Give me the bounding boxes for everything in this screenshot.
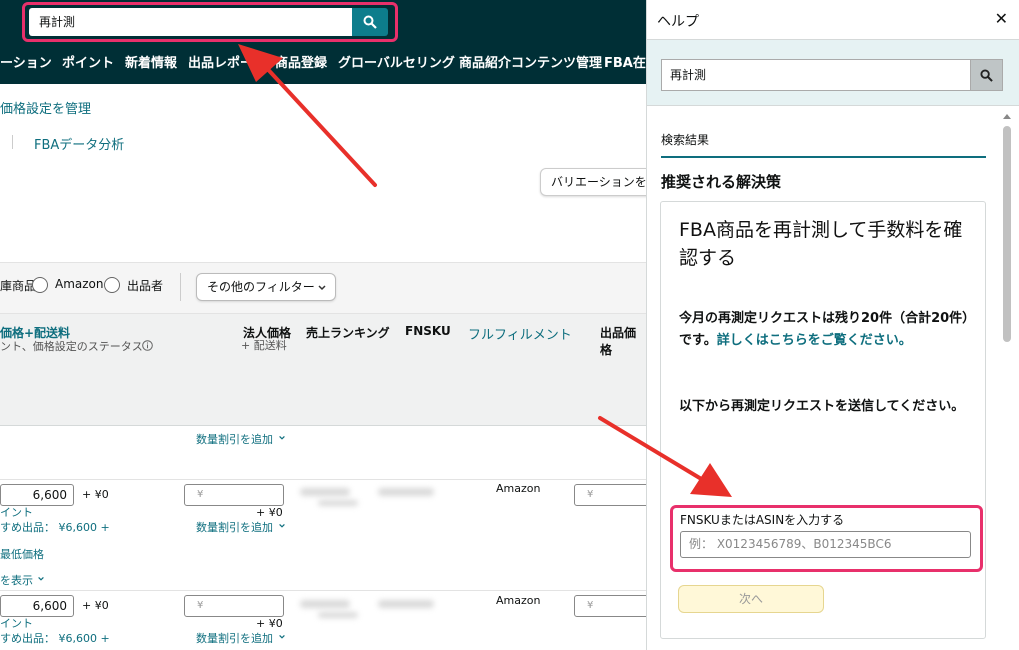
redacted-sales-rank	[300, 488, 350, 496]
next-button[interactable]: 次へ	[678, 585, 824, 613]
search-input[interactable]: 再計測	[29, 8, 352, 36]
table-header: 価格+配送料 ント、価格設定のステータス 法人価格 + 配送料 売上ランキング …	[0, 314, 646, 426]
search-icon	[363, 15, 377, 29]
nav-item-points[interactable]: ポイント	[62, 44, 114, 84]
search-icon	[980, 68, 993, 82]
solution-card: FBA商品を再計測して手数料を確認する 今月の再測定リクエストは残り20件（合計…	[660, 201, 986, 639]
help-panel: ヘルプ ✕ 再計測 検索結果 推奨される解決策 FBA商品を再計測して手数料を確…	[646, 0, 1019, 650]
nav-item-fba-inventory[interactable]: FBA在庫	[604, 44, 646, 84]
col-plus-shipping: + 配送料	[241, 339, 287, 352]
chevron-down-icon	[279, 435, 285, 440]
points-link[interactable]: イント	[0, 504, 33, 520]
add-quantity-discount-link[interactable]: 数量割引を追加	[196, 630, 273, 646]
more-filters-dropdown[interactable]: その他のフィルター	[196, 273, 336, 301]
min-price-link[interactable]: 最低価格	[0, 546, 44, 562]
business-shipping: + ¥0	[256, 506, 283, 519]
redacted-fnsku	[378, 488, 434, 496]
add-quantity-discount-link[interactable]: 数量割引を追加	[196, 519, 273, 535]
search-button[interactable]	[352, 8, 388, 36]
business-shipping: + ¥0	[256, 617, 283, 630]
help-header: ヘルプ ✕	[647, 0, 1019, 40]
col-price-status: ント、価格設定のステータス	[0, 340, 143, 353]
help-search-area: 再計測	[647, 40, 1019, 106]
redacted-sales-rank	[300, 600, 350, 608]
recommended-solutions-heading: 推奨される解決策	[661, 173, 782, 191]
results-label: 検索結果	[661, 133, 710, 147]
col-fulfillment[interactable]: フルフィルメント	[468, 324, 572, 343]
row-separator	[0, 590, 646, 591]
more-filters-label: その他のフィルター	[207, 280, 315, 294]
price-input[interactable]: 6,600	[0, 595, 74, 617]
filter-amazon-label: Amazon	[55, 277, 104, 291]
send-request-text: 以下から再測定リクエストを送信してください。	[679, 399, 965, 414]
info-icon[interactable]	[142, 340, 153, 351]
business-price-input[interactable]: ¥	[184, 484, 284, 506]
search-highlight: 再計測	[22, 2, 398, 42]
business-price-input[interactable]: ¥	[184, 595, 284, 617]
chevron-down-icon	[279, 523, 285, 528]
filter-seller-label: 出品者	[127, 279, 164, 293]
points-link[interactable]: イント	[0, 615, 33, 631]
listing-price-input[interactable]: ¥	[574, 595, 654, 617]
shipping-fee: + ¥0	[82, 599, 109, 612]
nav-item-reports[interactable]: 出品レポー	[188, 44, 253, 84]
nav-item-news[interactable]: 新着情報	[125, 44, 177, 84]
radio-amazon[interactable]	[32, 277, 48, 293]
price-settings-link[interactable]: 価格設定を管理	[0, 98, 91, 117]
chevron-down-icon	[279, 634, 285, 639]
main-nav: ーション ポイント 新着情報 出品レポー 商品登録 グローバルセリング 商品紹介…	[0, 44, 646, 84]
fnsku-input-highlight: FNSKUまたはASINを入力する 例： X0123456789、B012345…	[670, 505, 983, 572]
divider	[12, 135, 13, 149]
help-title: ヘルプ	[657, 14, 699, 30]
help-search-button[interactable]	[970, 59, 1003, 91]
scroll-up-arrow[interactable]	[1003, 114, 1011, 119]
fnsku-input[interactable]: 例： X0123456789、B012345BC6	[680, 531, 971, 558]
chevron-down-icon	[38, 576, 44, 581]
fulfillment-value: Amazon	[496, 594, 541, 607]
variation-button[interactable]: バリエーションを	[540, 168, 660, 196]
divider	[180, 273, 181, 301]
nav-item-add-product[interactable]: 商品登録	[275, 44, 327, 84]
redacted-fnsku	[378, 600, 434, 608]
scroll-thumb[interactable]	[1003, 126, 1011, 342]
listing-price-input[interactable]: ¥	[574, 484, 654, 506]
col-listing-price: 出品価格	[600, 326, 637, 357]
add-quantity-discount-link[interactable]: 数量割引を追加	[196, 431, 273, 447]
help-scrollbar[interactable]	[1000, 112, 1014, 642]
redacted-category	[318, 612, 358, 618]
card-title: FBA商品を再計測して手数料を確認する	[679, 219, 963, 269]
row-separator	[0, 479, 646, 480]
details-link[interactable]: 詳しくはこちらをご覧ください。	[717, 333, 912, 348]
fulfillment-value: Amazon	[496, 482, 541, 495]
nav-item-global-selling[interactable]: グローバルセリング	[338, 44, 455, 84]
shipping-fee: + ¥0	[82, 488, 109, 501]
radio-seller[interactable]	[104, 277, 120, 293]
results-underline	[661, 156, 986, 158]
col-fnsku: FNSKU	[405, 324, 451, 338]
close-icon[interactable]: ✕	[995, 9, 1008, 28]
remaining-requests-text: 今月の再測定リクエストは残り20件（合計20件）です。詳しくはこちらをご覧くださ…	[679, 308, 975, 352]
price-input[interactable]: 6,600	[0, 484, 74, 506]
fba-analysis-link[interactable]: FBAデータ分析	[34, 134, 124, 153]
recommended-price: すめ出品： ¥6,600 +	[0, 632, 110, 645]
nav-item-content-management[interactable]: 商品紹介コンテンツ管理	[459, 44, 602, 84]
filter-bar: 庫商品 Amazon 出品者 その他のフィルター	[0, 262, 646, 314]
chevron-down-icon	[318, 285, 326, 291]
show-more-link[interactable]: を表示	[0, 572, 33, 588]
nav-item-0[interactable]: ーション	[0, 44, 52, 84]
filter-products-label: 庫商品	[0, 279, 37, 293]
help-search-input[interactable]: 再計測	[661, 59, 971, 91]
recommended-price: すめ出品： ¥6,600 +	[0, 521, 110, 534]
col-sales-rank: 売上ランキング	[306, 326, 390, 340]
redacted-category	[318, 500, 358, 506]
fnsku-label: FNSKUまたはASINを入力する	[680, 513, 845, 527]
